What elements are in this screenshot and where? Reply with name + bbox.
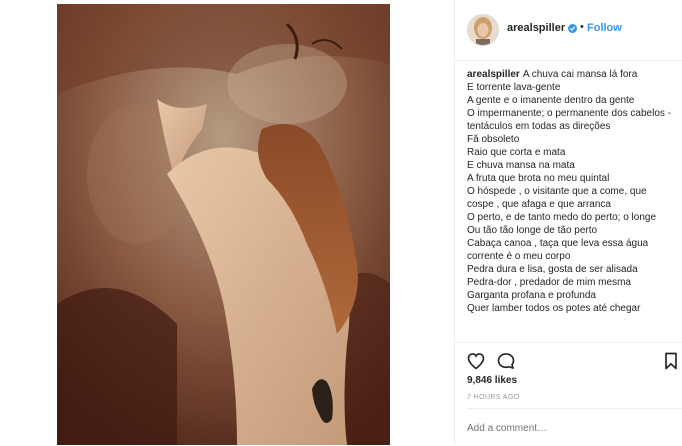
caption-line: O hóspede , o visitante que a come, que …: [467, 185, 672, 211]
separator-dot: •: [580, 21, 584, 33]
caption-author-link[interactable]: arealspiller: [467, 69, 520, 80]
post-photo[interactable]: [57, 4, 390, 445]
caption-line: E chuva mansa na mata: [467, 159, 672, 172]
caption-line: Quer lamber todos os potes até chegar: [467, 302, 672, 315]
avatar[interactable]: [467, 14, 499, 46]
caption-line: E torrente lava-gente: [467, 81, 672, 94]
caption-line: A fruta que brota no meu quintal: [467, 172, 672, 185]
post-timestamp[interactable]: 7 HOURS AGO: [467, 394, 520, 401]
follow-button[interactable]: Follow: [587, 22, 622, 34]
caption-line: A gente e o imanente dentro da gente: [467, 94, 672, 107]
post-caption: arealspillerA chuva cai mansa lá fora E …: [467, 68, 672, 315]
caption-line: Cabaça canoa , taça que leva essa água c…: [467, 237, 672, 263]
caption-line: Raio que corta e mata: [467, 146, 672, 159]
likes-count[interactable]: 9,846 likes: [467, 375, 517, 386]
caption-line: O impermanente; o permanente dos cabelos…: [467, 107, 672, 133]
caption-line: Fã obsoleto: [467, 133, 672, 146]
add-comment-input[interactable]: [467, 423, 667, 434]
comment-divider: [467, 408, 682, 409]
heart-icon[interactable]: [466, 351, 486, 371]
bookmark-icon[interactable]: [662, 351, 680, 371]
caption-line: Pedra dura e lisa, gosta de ser alisada: [467, 263, 672, 276]
post-actions: 9,846 likes 7 HOURS AGO: [455, 342, 682, 446]
photo-image: [57, 4, 390, 445]
username-link[interactable]: arealspiller: [507, 22, 565, 34]
verified-badge-icon: [568, 24, 577, 33]
caption-line: O perto, e de tanto medo do perto; o lon…: [467, 211, 672, 224]
caption-line: Ou tão tão longe de tão perto: [467, 224, 672, 237]
caption-line: A chuva cai mansa lá fora: [523, 69, 638, 80]
caption-line: Pedra-dor , predador de mim mesma: [467, 276, 672, 289]
comment-bubble-icon[interactable]: [496, 351, 516, 371]
post-header: arealspiller • Follow: [455, 0, 682, 61]
caption-line: Garganta profana e profunda: [467, 289, 672, 302]
